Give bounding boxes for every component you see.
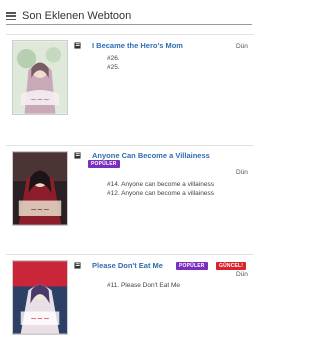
page-header: Son Eklenen Webtoon: [6, 6, 252, 26]
cover-image[interactable]: ~~~: [12, 260, 68, 335]
chapter-list: #14. Anyone can become a villainess #12.…: [107, 180, 214, 198]
entry-divider: [6, 254, 254, 255]
hamburger-menu-icon[interactable]: [6, 12, 16, 20]
cover-art: ~~~: [13, 152, 67, 225]
entry-divider: [6, 34, 254, 35]
updated-badge: GÜNCEL!: [216, 262, 247, 270]
chapter-list: #26. #25.: [107, 54, 120, 72]
update-day: Dün: [236, 169, 248, 176]
cover-image[interactable]: ~~~: [12, 151, 68, 226]
popular-badge: POPÜLER: [88, 160, 120, 168]
svg-text:~~~: ~~~: [30, 95, 49, 104]
chapter-link[interactable]: #12. Anyone can become a villainess: [107, 189, 214, 198]
cover-art: ~~~: [13, 261, 67, 334]
book-icon: [74, 262, 81, 269]
update-day: Dün: [236, 271, 248, 278]
chapter-link[interactable]: #26.: [107, 54, 120, 63]
book-icon: [74, 152, 81, 159]
cover-art: ~~~: [13, 41, 67, 114]
svg-text:~~~: ~~~: [30, 205, 49, 214]
svg-text:~~~: ~~~: [30, 314, 49, 323]
popular-badge: POPÜLER: [176, 262, 208, 270]
webtoon-title-link[interactable]: Please Don't Eat Me: [92, 261, 163, 270]
cover-image[interactable]: ~~~: [12, 40, 68, 115]
page-title: Son Eklenen Webtoon: [22, 10, 132, 22]
chapter-link[interactable]: #14. Anyone can become a villainess: [107, 180, 214, 189]
webtoon-title-link[interactable]: Anyone Can Become a Villainess: [92, 151, 210, 160]
update-day: Dün: [236, 43, 248, 50]
chapter-link[interactable]: #11. Please Don't Eat Me: [107, 281, 180, 290]
chapter-link[interactable]: #25.: [107, 63, 120, 72]
header-divider: [6, 24, 252, 25]
chapter-list: #11. Please Don't Eat Me: [107, 281, 180, 290]
entry-divider: [6, 145, 254, 146]
webtoon-title-link[interactable]: I Became the Hero's Mom: [92, 41, 183, 50]
book-icon: [74, 42, 81, 49]
